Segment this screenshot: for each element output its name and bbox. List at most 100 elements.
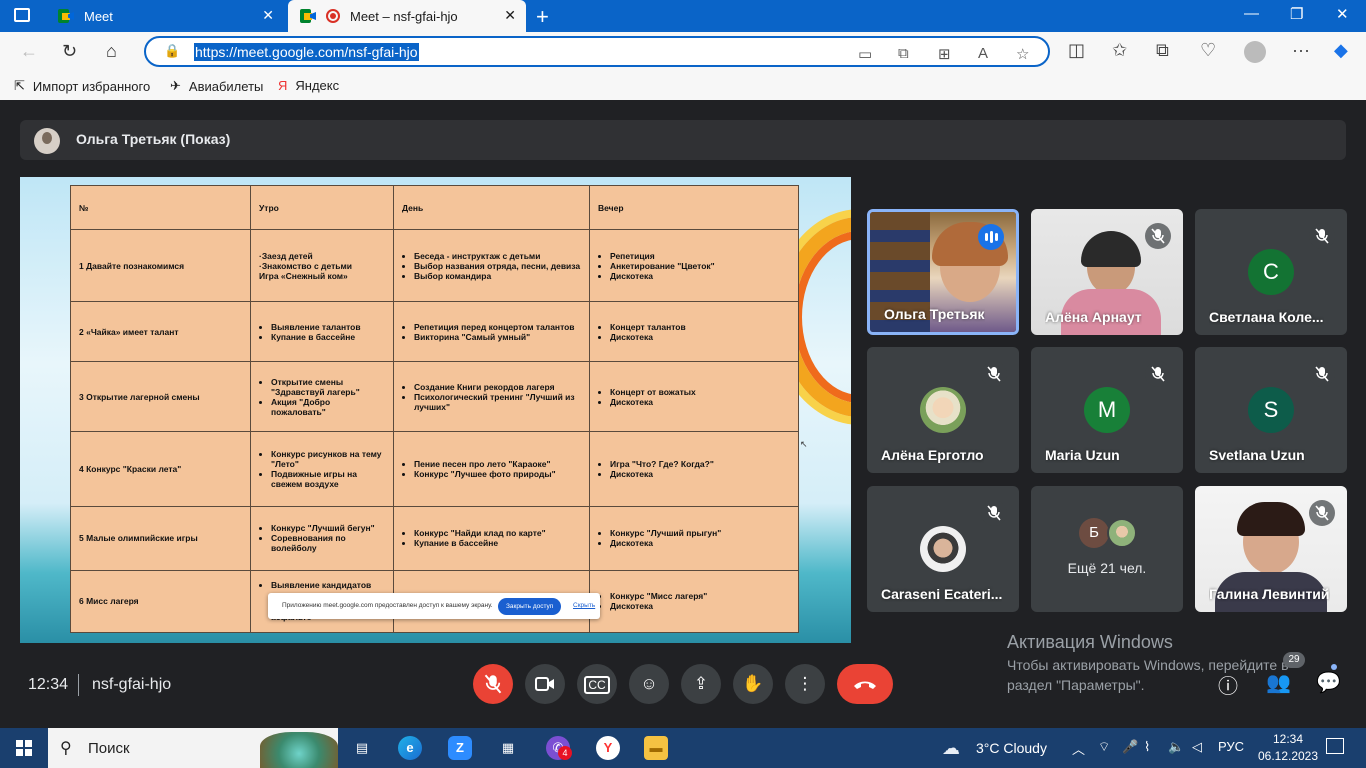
leave-call-button[interactable] [837,664,893,704]
participant-name: Алёна Арнаут [1045,309,1142,325]
language-indicator[interactable]: РУС [1218,739,1244,754]
zoom-icon[interactable]: Z [448,736,472,760]
microphone-toggle-button[interactable] [473,664,513,704]
copilot-icon[interactable]: ◆ [1334,40,1348,61]
table-row: 1 Давайте познакомимся ·Заезд детей ·Знак… [70,228,799,303]
favorite-yandex[interactable]: Я Яндекс [278,78,339,93]
cell-list: Создание Книги рекордов лагеряПсихологич… [402,382,581,412]
present-screen-button[interactable]: ⇪ [681,664,721,704]
cell-list: Конкурс "Найди клад по карте"Купание в б… [402,528,581,548]
restore-icon[interactable]: ❐ [1290,5,1303,23]
tab-meet[interactable]: Meet ✕ [46,0,284,32]
chevron-up-icon[interactable]: ︿ [1072,739,1085,758]
stop-sharing-button[interactable]: Закрыть доступ [498,598,562,615]
favorites-bar: ⇱ Импорт избранного ✈ Авиабилеты Я Яндек… [0,72,1366,100]
participant-tile[interactable]: Алёна Арнаут [1031,209,1183,335]
tab-meet-active[interactable]: Meet – nsf-gfai-hjo ✕ [288,0,526,32]
hang-up-icon [854,681,876,689]
close-tab-icon[interactable]: ✕ [504,7,516,24]
url-text[interactable]: https://meet.google.com/nsf-gfai-hjo [194,43,419,61]
cell-list-item: Репетиция [610,251,790,261]
avatar: Б [1079,518,1109,548]
apps-icon[interactable]: ⊞ [938,45,951,63]
task-view-icon[interactable]: ▤ [350,736,374,760]
participant-tile[interactable]: Caraseni Ecateri... [867,486,1019,612]
favorite-import[interactable]: ⇱ Импорт избранного [14,78,150,94]
more-options-icon[interactable]: ··· [1292,40,1310,61]
participant-name: Галина Левинтий [1209,586,1330,602]
refresh-icon[interactable]: ↻ [62,41,77,62]
camera-icon[interactable]: ▭ [858,45,872,63]
avatar: С [1248,249,1294,295]
hide-notice-link[interactable]: Скрыть [573,602,595,609]
clock-date[interactable]: 06.12.2023 [1256,749,1320,763]
sound-mute-icon[interactable]: ◁ [1192,739,1202,755]
favorite-label: Авиабилеты [188,78,264,94]
search-label: Поиск [88,740,130,757]
table-row: 4 Конкурс "Краски лета"Конкурс рисунков … [70,431,799,507]
participant-tile[interactable]: С Светлана Коле... [1195,209,1347,335]
lock-icon[interactable]: 🔒 [164,43,180,59]
network-icon[interactable]: ⌔ [1098,739,1110,755]
avatar: S [1248,387,1294,433]
favorite-star-icon[interactable]: ☆ [1016,45,1029,63]
weather-text[interactable]: 3°C Cloudy [976,740,1047,756]
cell-list-item: Дискотека [610,469,790,479]
favorites-icon[interactable]: ✩ [1112,40,1127,61]
meeting-info-icon[interactable]: ⓘ [1218,670,1238,699]
favorite-avia[interactable]: ✈ Авиабилеты [170,78,263,94]
chat-icon[interactable]: 💬 [1316,670,1341,695]
screen-share-notice: Приложению meet.google.com предоставлен … [268,593,600,619]
participant-tile[interactable]: Галина Левинтий [1195,486,1347,612]
participant-name: Алёна Ерготло [881,447,984,463]
tab-title: Meet – nsf-gfai-hjo [350,8,458,24]
participant-tile[interactable]: S Svetlana Uzun [1195,347,1347,473]
close-tab-icon[interactable]: ✕ [262,7,274,24]
collections-icon[interactable]: ⧉ [1156,40,1169,61]
table-cell: Конкурс "Лучший бегун"Соревнования по во… [250,505,394,571]
new-tab-button[interactable]: + [536,4,549,30]
home-icon[interactable]: ⌂ [106,41,117,62]
reactions-button[interactable]: ☺ [629,664,669,704]
more-participants-tile[interactable]: Б Ещё 21 чел. [1031,486,1183,612]
minimize-icon[interactable]: — [1244,5,1259,22]
participant-tile[interactable]: M Maria Uzun [1031,347,1183,473]
grid-app-icon[interactable]: ▦ [496,736,520,760]
close-window-icon[interactable]: ✕ [1336,5,1349,23]
taskbar-search[interactable]: ⚲ Поиск [48,728,338,768]
cell-list: Конкурс "Лучший прыгун"Дискотека [598,528,790,548]
more-options-button[interactable]: ⋮ [785,664,825,704]
tab-actions-button[interactable] [14,8,30,22]
cell-list: Конкурс "Мисс лагеря"Дискотека [598,591,790,611]
wifi-icon[interactable]: ⌇ [1144,739,1150,755]
camera-toggle-button[interactable] [525,664,565,704]
cell-list: Выявление талантовКупание в бассейне [259,322,385,342]
video-camera-icon [535,677,554,691]
split-screen-icon[interactable]: ◫ [1068,40,1085,61]
back-icon[interactable]: ← [20,41,38,62]
screen-share-icon[interactable]: ⧉ [898,45,909,62]
shared-screen[interactable]: № Утро День Вечер 1 Давайте познакомимся… [20,177,851,643]
edge-browser-icon[interactable]: e [398,736,422,760]
table-cell: 3 Открытие лагерной смены [70,361,251,433]
windows-start-icon[interactable] [16,740,32,756]
table-cell: Репетиция перед концертом талантовВиктор… [393,301,590,363]
participant-tile[interactable]: Алёна Ерготло [867,347,1019,473]
volume-icon[interactable]: 🔈 [1168,739,1184,755]
notifications-icon[interactable] [1326,738,1344,754]
clock-time[interactable]: 12:34 [1268,732,1308,746]
read-aloud-icon[interactable]: A [978,45,988,62]
address-bar[interactable]: 🔒 https://meet.google.com/nsf-gfai-hjo ▭… [144,36,1050,67]
file-explorer-icon[interactable]: ▬ [644,736,668,760]
raise-hand-button[interactable]: ✋ [733,664,773,704]
table-cell: Конкурс "Мисс лагеря"Дискотека [589,569,799,634]
yandex-browser-icon[interactable]: Y [596,736,620,760]
extensions-icon[interactable]: ♡ [1200,40,1216,61]
table-cell: Пение песен про лето "Караоке"Конкурс "Л… [393,431,590,507]
participant-tile[interactable]: Ольга Третьяк [867,209,1019,335]
profile-avatar[interactable] [1244,41,1266,63]
cell-list: Беседа - инструктаж с детьмиВыбор назван… [402,251,581,281]
people-icon[interactable]: 👥 [1266,670,1291,695]
microphone-icon[interactable]: 🎤 [1122,739,1138,755]
captions-button[interactable]: CC [577,664,617,704]
